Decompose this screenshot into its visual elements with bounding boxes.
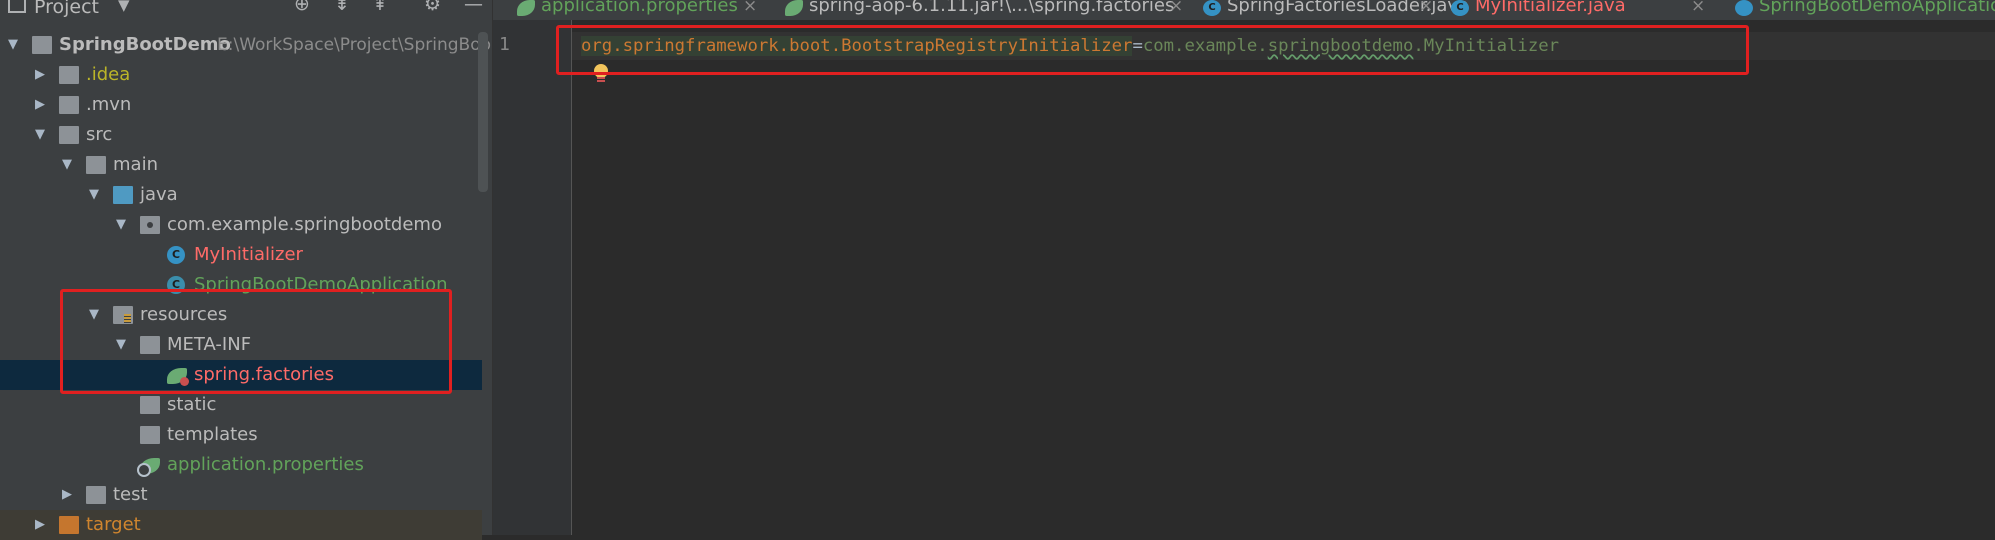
folder-icon [86, 486, 106, 504]
tree-row[interactable]: static [0, 390, 482, 420]
chevron-right-icon[interactable]: ▶ [32, 90, 48, 120]
tree-item-label: main [113, 154, 158, 175]
editor-area: application.properties × spring-aop-6.1.11… [493, 0, 1995, 535]
expand-all-icon[interactable]: ⇟ [334, 0, 350, 16]
chevron-down-icon[interactable]: ▼ [118, 0, 130, 17]
close-icon[interactable]: × [1169, 0, 1183, 15]
property-value-typo-word[interactable]: springbootdemo [1268, 36, 1414, 56]
lightbulb-icon[interactable] [594, 64, 608, 84]
tree-row[interactable]: ▼ META-INF [0, 330, 482, 360]
project-view-icon [8, 0, 26, 13]
folder-icon [59, 96, 79, 114]
module-folder-icon [32, 36, 52, 54]
tree-row[interactable]: ▼ SpringBootDemo E:\WorkSpace\Project\Spri… [0, 30, 491, 60]
tree-row[interactable]: templates [0, 420, 482, 450]
tab-label: MyInitializer.java [1475, 0, 1626, 16]
package-icon [140, 216, 160, 234]
excluded-folder-icon [59, 516, 79, 534]
chevron-down-icon[interactable]: ▼ [59, 150, 75, 180]
gear-icon[interactable]: ⚙ [424, 0, 441, 16]
class-icon: C [167, 246, 185, 264]
tree-item-label: .idea [86, 64, 131, 85]
property-key[interactable]: org.springframework.boot.BootstrapRegist… [581, 36, 1133, 56]
tab-label: application.properties [541, 0, 738, 16]
chevron-down-icon[interactable]: ▼ [86, 300, 102, 330]
spring-factories-icon [167, 368, 189, 386]
project-view-title[interactable]: Project [34, 0, 99, 18]
chevron-down-icon[interactable]: ▼ [113, 210, 129, 240]
tree-item-label: .mvn [86, 94, 132, 115]
property-equals: = [1132, 36, 1143, 56]
folder-icon [140, 336, 160, 354]
tree-item-label: src [86, 124, 113, 145]
tree-item-label: templates [167, 424, 258, 445]
editor-tab-bar: application.properties × spring-aop-6.1.11… [493, 0, 1995, 20]
locate-icon[interactable]: ⊕ [294, 0, 310, 16]
tree-row[interactable]: ▼ java [0, 180, 482, 210]
tree-item-label: resources [140, 304, 228, 325]
spring-properties-icon [137, 458, 160, 477]
tab-label: spring-aop-6.1.11.jar!\...\spring.factor… [809, 0, 1175, 16]
collapse-all-icon[interactable]: ⇞ [372, 0, 388, 16]
chevron-down-icon[interactable]: ▼ [86, 180, 102, 210]
close-icon[interactable]: × [1691, 0, 1705, 15]
close-icon[interactable]: × [743, 0, 757, 15]
property-value-suffix[interactable]: .MyInitializer [1413, 36, 1559, 56]
spring-properties-icon [517, 0, 535, 16]
chevron-down-icon[interactable]: ▼ [32, 120, 48, 150]
tree-row[interactable]: ▼ com.example.springbootdemo [0, 210, 482, 240]
gutter-separator [571, 20, 572, 535]
folder-icon [59, 126, 79, 144]
tree-item-label: spring.factories [194, 364, 334, 385]
folder-icon [140, 396, 160, 414]
tree-row[interactable]: application.properties [0, 450, 482, 480]
line-number: 1 [499, 34, 510, 55]
chevron-right-icon[interactable]: ▶ [59, 480, 75, 510]
spring-boot-class-icon: C [167, 276, 185, 294]
resources-folder-icon [113, 306, 133, 324]
project-tree-scrollbar[interactable] [478, 32, 488, 192]
class-icon: C [1451, 0, 1469, 16]
project-path: E:\WorkSpace\Project\SpringBoo [217, 35, 491, 55]
folder-icon [140, 426, 160, 444]
tree-row[interactable]: ▶ target [0, 510, 482, 540]
minimize-icon[interactable]: — [464, 0, 483, 16]
class-icon: C [1203, 0, 1221, 16]
property-value-prefix[interactable]: com.example. [1143, 36, 1268, 56]
project-panel-header: Project ▼ ⊕ ⇟ ⇞ ⚙ — [0, 0, 492, 20]
source-folder-icon [113, 186, 133, 204]
spring-factories-icon [785, 0, 803, 16]
tree-item-label: application.properties [167, 454, 364, 475]
tree-item-label: MyInitializer [194, 244, 303, 265]
tree-item-label: target [86, 514, 141, 535]
tree-row[interactable]: ▶ .idea [0, 60, 482, 90]
tree-row[interactable]: C SpringBootDemoApplication [0, 270, 482, 300]
editor-gutter [493, 20, 571, 535]
spring-boot-class-icon [1735, 0, 1753, 16]
chevron-down-icon[interactable]: ▼ [5, 30, 21, 60]
code-line[interactable]: org.springframework.boot.BootstrapRegist… [581, 34, 1559, 58]
tree-item-label: SpringBootDemoApplication [194, 274, 448, 295]
project-tool-window: Project ▼ ⊕ ⇟ ⇞ ⚙ — ▼ SpringBootDemo E:\Wo… [0, 0, 492, 540]
tree-item-label: META-INF [167, 334, 252, 355]
tree-row[interactable]: spring.factories [0, 360, 482, 390]
chevron-down-icon[interactable]: ▼ [113, 330, 129, 360]
tree-item-label: test [113, 484, 148, 505]
tree-row[interactable]: ▼ main [0, 150, 482, 180]
tree-item-label: SpringBootDemo [59, 34, 231, 55]
chevron-right-icon[interactable]: ▶ [32, 60, 48, 90]
folder-icon [59, 66, 79, 84]
tree-row[interactable]: ▶ .mvn [0, 90, 482, 120]
tree-row[interactable]: C MyInitializer [0, 240, 482, 270]
tree-row[interactable]: ▼ resources [0, 300, 482, 330]
tab-label: SpringBootDemoApplication [1759, 0, 1995, 16]
folder-icon [86, 156, 106, 174]
close-icon[interactable]: × [1419, 0, 1433, 15]
tree-row[interactable]: ▶ test [0, 480, 482, 510]
tree-row[interactable]: ▼ src [0, 120, 482, 150]
tree-item-label: static [167, 394, 217, 415]
tree-item-label: java [140, 184, 178, 205]
tree-item-label: com.example.springbootdemo [167, 214, 442, 235]
chevron-right-icon[interactable]: ▶ [32, 510, 48, 540]
